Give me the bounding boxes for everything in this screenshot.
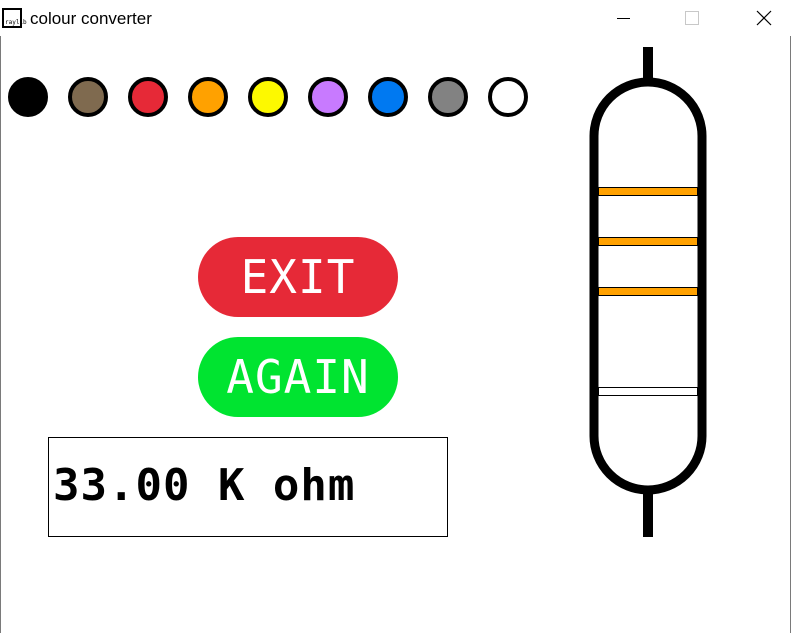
resistor-body — [589, 77, 707, 495]
resistor-band-2 — [598, 237, 698, 246]
resistor-diagram — [589, 47, 707, 537]
resistor-band-4 — [598, 387, 698, 396]
resistor-band-3 — [598, 287, 698, 296]
resistor-band-1 — [598, 187, 698, 196]
